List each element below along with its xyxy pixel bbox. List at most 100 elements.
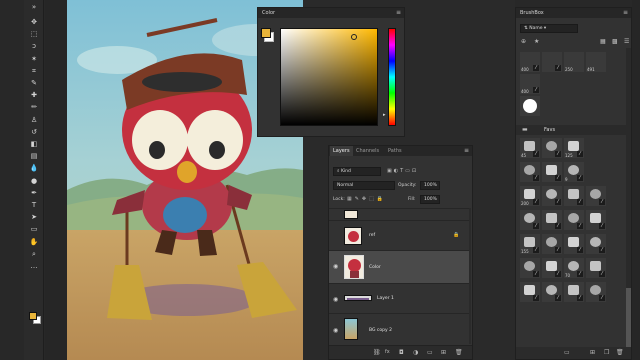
layer-row-layer-1[interactable]: ◉ Layer 1	[329, 283, 469, 313]
blend-mode-select[interactable]: Normal	[333, 181, 395, 190]
foreground-color-swatch[interactable]	[261, 28, 271, 38]
panel-menu-icon[interactable]: ≡	[464, 147, 469, 154]
brush-tile[interactable]: ⁄	[586, 258, 606, 278]
eraser-icon[interactable]: ◧	[29, 140, 39, 149]
brush-tile[interactable]: ⁄	[586, 210, 606, 230]
opacity-input[interactable]: 100%	[420, 181, 440, 190]
delete-icon[interactable]: 🗑	[616, 349, 624, 356]
brush-tile[interactable]: 200 ⁄	[520, 186, 540, 206]
mask-icon[interactable]: ◘	[399, 349, 404, 356]
hand-tool-icon[interactable]: ✋	[29, 238, 39, 247]
scrollbar-thumb[interactable]	[626, 288, 631, 348]
saturation-brightness-field[interactable]	[280, 28, 378, 126]
brush-tile[interactable]: ⁄	[564, 210, 584, 230]
adjustment-icon[interactable]: ◑	[413, 349, 418, 356]
layer-row-color[interactable]: ◉ Color	[329, 250, 469, 283]
tab-paths[interactable]: Paths	[385, 146, 405, 156]
brush-tile[interactable]: ⁄	[564, 186, 584, 206]
brush-tile[interactable]: ⁄	[542, 234, 562, 254]
link-layers-icon[interactable]: ⛓	[373, 349, 381, 356]
lock-icons[interactable]: ▦✎✥⬚🔒	[347, 196, 386, 202]
brush-tile[interactable]: 491	[586, 52, 606, 72]
brush-tile[interactable]: ⁄	[586, 234, 606, 254]
new-brush-icon[interactable]: ⊞	[590, 349, 595, 356]
marquee-tool-icon[interactable]: ⬚	[29, 30, 39, 39]
brush-tile[interactable]: 400 ⁄	[520, 52, 540, 72]
brush-tile[interactable]: ⁄	[542, 162, 562, 182]
brush-tile[interactable]: ⁄	[542, 210, 562, 230]
brush-tile[interactable]: ⁄	[542, 258, 562, 278]
brush-tile[interactable]: ⁄	[520, 282, 540, 302]
brush-tile[interactable]: ⁄	[542, 138, 562, 158]
new-folder-icon[interactable]: ▭	[564, 349, 570, 356]
hue-slider-handle-icon[interactable]: ▸	[383, 112, 386, 118]
dodge-tool-icon[interactable]: ●	[29, 177, 39, 186]
crop-tool-icon[interactable]: ⌗	[29, 67, 39, 76]
panel-menu-icon[interactable]: ≡	[623, 9, 628, 16]
fx-icon[interactable]: fx	[385, 349, 390, 355]
blur-tool-icon[interactable]: 💧	[29, 164, 39, 173]
history-brush-icon[interactable]: ↺	[29, 128, 39, 137]
pen-tool-icon[interactable]: ✒	[29, 189, 39, 198]
healing-brush-icon[interactable]: ✚	[29, 91, 39, 100]
star-icon[interactable]: ★	[534, 38, 539, 45]
color-picker-cursor[interactable]	[351, 34, 357, 40]
tab-channels[interactable]: Channels	[353, 146, 382, 156]
brush-tile[interactable]: 9 ⁄	[564, 162, 584, 182]
more-tools-icon[interactable]: …	[29, 262, 39, 271]
delete-layer-icon[interactable]: 🗑	[455, 349, 463, 356]
new-layer-icon[interactable]: ⊞	[441, 349, 446, 356]
brush-tool-icon[interactable]: ✏	[29, 103, 39, 112]
eyedropper-icon[interactable]: ✎	[29, 79, 39, 88]
large-grid-view-icon[interactable]: ▩	[612, 38, 618, 45]
brush-tile[interactable]: 45 ⁄	[520, 138, 540, 158]
path-select-icon[interactable]: ➤	[29, 213, 39, 222]
layer-row[interactable]	[329, 208, 469, 220]
folder-favs[interactable]: ▬ Favs	[516, 125, 631, 135]
layer-filter-select[interactable]: ⌕ Kind	[333, 167, 381, 176]
brush-tile[interactable]: 125 ⁄	[564, 138, 584, 158]
visibility-eye-icon[interactable]: ◉	[333, 296, 338, 303]
brush-tile[interactable]: ⁄	[542, 52, 562, 72]
duplicate-icon[interactable]: ❐	[604, 349, 609, 356]
sort-select[interactable]: ⇅ Name ▾	[520, 24, 578, 33]
brush-tile[interactable]: ⁄	[564, 282, 584, 302]
brush-tile[interactable]: ⁄	[542, 186, 562, 206]
brush-tile[interactable]: 155 ⁄	[520, 234, 540, 254]
brush-tile[interactable]: ⁄	[586, 282, 606, 302]
type-tool-icon[interactable]: T	[29, 201, 39, 210]
brush-tile[interactable]: 70 ⁄	[564, 258, 584, 278]
hue-slider[interactable]	[388, 28, 396, 126]
magic-wand-icon[interactable]: ✶	[29, 55, 39, 64]
brush-tile[interactable]: ⁄	[564, 234, 584, 254]
brush-tile[interactable]: ⁄	[520, 210, 540, 230]
brush-tile[interactable]: 250	[564, 52, 584, 72]
lasso-tool-icon[interactable]: ↄ	[29, 42, 39, 51]
brush-tile[interactable]: ⁄	[520, 258, 540, 278]
filter-icons[interactable]: ▣◐T▭⊡	[387, 168, 418, 174]
visibility-eye-icon[interactable]: ◉	[333, 327, 338, 334]
zoom-tool-icon[interactable]: ⌕	[29, 250, 39, 259]
brush-tile[interactable]: 400 ⁄	[520, 74, 540, 94]
foreground-color-swatch[interactable]	[29, 312, 37, 320]
list-view-icon[interactable]: ☰	[624, 38, 629, 45]
shape-tool-icon[interactable]: ▭	[29, 225, 39, 234]
brushbox-scrollbar[interactable]	[626, 48, 631, 348]
add-folder-icon[interactable]: ⊕	[521, 38, 526, 45]
visibility-eye-icon[interactable]: ◉	[333, 263, 338, 270]
grid-view-icon[interactable]: ▦	[600, 38, 606, 45]
brush-tile[interactable]: ⁄	[586, 186, 606, 206]
toolbar-grip-icon[interactable]: »	[29, 3, 39, 12]
brush-tile[interactable]: ⁄	[520, 162, 540, 182]
brush-tile[interactable]	[520, 96, 540, 116]
layer-row-bg-copy-2[interactable]: ◉ BG copy 2	[329, 313, 469, 344]
move-tool-icon[interactable]: ✥	[29, 18, 39, 27]
fill-input[interactable]: 100%	[420, 195, 440, 204]
group-icon[interactable]: ▭	[427, 349, 433, 356]
panel-menu-icon[interactable]: ≡	[396, 9, 401, 16]
gradient-tool-icon[interactable]: ▤	[29, 152, 39, 161]
brush-tile[interactable]: ⁄	[542, 282, 562, 302]
stamp-tool-icon[interactable]: ♙	[29, 116, 39, 125]
tab-layers[interactable]: Layers	[330, 146, 353, 156]
layer-row-ref[interactable]: ref 🔒	[329, 220, 469, 250]
